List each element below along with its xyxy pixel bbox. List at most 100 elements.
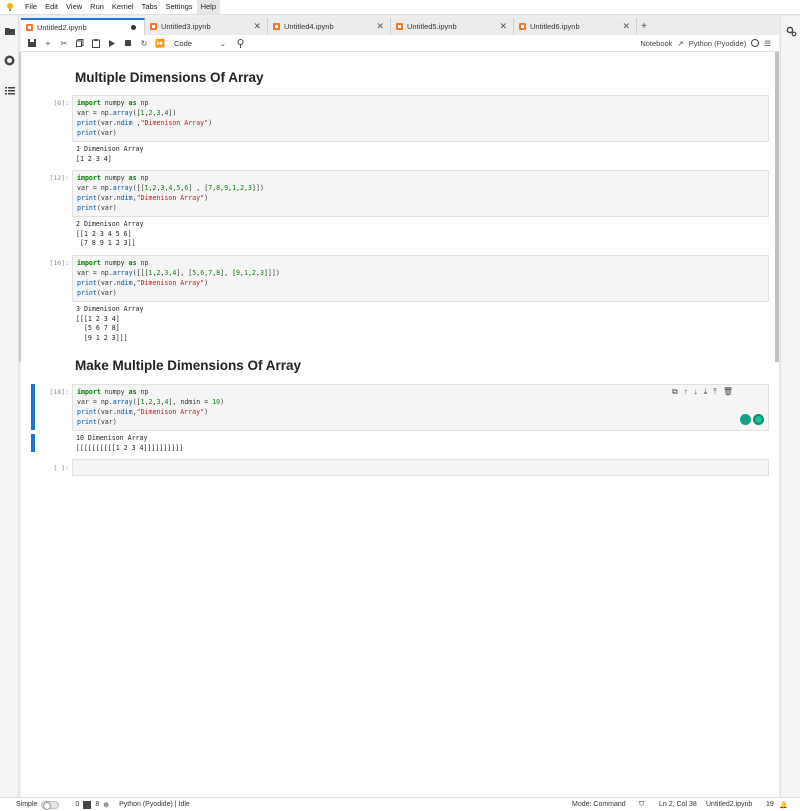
close-icon[interactable]: ✕ (499, 21, 507, 32)
notebook-icon (519, 23, 526, 30)
heading-text: Multiple Dimensions Of Array (75, 70, 264, 85)
tab-untitled4[interactable]: Untitled4.ipynb ✕ (268, 18, 391, 35)
insert-below-icon[interactable]: ⤓ (704, 387, 708, 397)
globe-icon[interactable]: ⊕ (103, 801, 109, 809)
code-cell-input[interactable]: import numpy as np var = np.array([[1,2,… (72, 170, 769, 217)
terminals-count: 0 (75, 801, 80, 808)
cell-output: 10 Dimenison Array [[[[[[[[[[1 2 3 4]]]]… (76, 434, 184, 452)
markdown-heading-1: Multiple Dimensions Of Array (75, 70, 264, 85)
cell-prompt: [18]: (49, 388, 69, 396)
simple-mode-label: Simple (16, 801, 38, 808)
menu-tabs[interactable]: Tabs (138, 0, 162, 14)
cell-output: 3 Dimenison Array [[[1 2 3 4] [5 6 7 8] … (76, 305, 144, 342)
markdown-heading-2: Make Multiple Dimensions Of Array (75, 358, 301, 373)
insert-above-icon[interactable]: ⤒ (713, 387, 717, 397)
extension-badges (740, 414, 764, 425)
add-cell-plus-icon[interactable]: + (40, 35, 56, 51)
tab-untitled2[interactable]: Untitled2.ipynb (21, 18, 145, 35)
notebook-icon (273, 23, 280, 30)
menu-kernel[interactable]: Kernel (108, 0, 138, 14)
notebook-icon (396, 23, 403, 30)
simple-mode-toggle[interactable] (41, 800, 60, 810)
notebook-toolbar: + ✂ ↻ ⏩ Code ⌄ Notebook ↗ Python (Pyodid… (21, 35, 779, 52)
notification-count: 19 (766, 801, 774, 808)
menu-view[interactable]: View (62, 0, 86, 14)
pin-icon[interactable] (232, 35, 248, 51)
move-up-icon[interactable]: ↑ (684, 387, 688, 397)
cell-prompt: [10]: (49, 259, 69, 267)
toolbar-right: Notebook ↗ Python (Pyodide) ☰ (640, 39, 771, 48)
notebook-panel: Multiple Dimensions Of Array [8]: import… (21, 52, 779, 797)
move-down-icon[interactable]: ↓ (694, 387, 698, 397)
menu-edit[interactable]: Edit (41, 0, 62, 14)
duplicate-cell-icon[interactable]: ⧉ (672, 387, 678, 397)
new-tab-plus-icon[interactable]: + (637, 18, 651, 35)
tab-label: Untitled3.ipynb (161, 22, 211, 31)
jupyter-logo-icon (3, 0, 17, 14)
open-external-icon[interactable]: ↗ (677, 39, 683, 48)
menu-bar: File Edit View Run Kernel Tabs Settings … (0, 0, 800, 15)
tab-label: Untitled5.ipynb (407, 22, 457, 31)
menu-file[interactable]: File (21, 0, 41, 14)
mode-indicator: Mode: Command (572, 801, 626, 808)
tab-untitled3[interactable]: Untitled3.ipynb ✕ (145, 18, 268, 35)
menu-help[interactable]: Help (196, 0, 220, 14)
shield-check-icon[interactable]: ⛉ (639, 801, 644, 809)
tab-label: Untitled6.ipynb (530, 22, 580, 31)
delete-cell-icon[interactable]: 🗑 (723, 387, 733, 397)
folder-icon[interactable] (3, 24, 16, 37)
cell-prompt: [12]: (49, 174, 69, 182)
cell-type-select[interactable]: Code ⌄ (174, 39, 226, 48)
paste-icon[interactable] (88, 35, 104, 51)
notebook-icon (150, 23, 157, 30)
empty-code-cell-input[interactable] (72, 459, 769, 476)
right-sidebar (780, 16, 800, 797)
close-icon[interactable]: ✕ (253, 21, 261, 32)
close-icon[interactable]: ✕ (622, 21, 630, 32)
tab-label: Untitled4.ipynb (284, 22, 334, 31)
notebook-icon (26, 24, 33, 31)
lightbulb-icon[interactable] (740, 414, 751, 425)
bell-icon[interactable]: 🔔 (779, 801, 788, 809)
code-cell-input[interactable]: import numpy as np var = np.array([1,2,3… (72, 384, 769, 431)
run-icon[interactable] (104, 35, 120, 51)
cell-type-value: Code (174, 38, 192, 48)
status-bar: Simple 0 8 ⊕ Python (Pyodide) | Idle Mod… (0, 797, 800, 811)
current-file: Untitled2.ipynb (706, 801, 753, 808)
terminal-icon[interactable] (83, 800, 92, 809)
output-collapser[interactable] (31, 434, 35, 452)
tab-label: Untitled2.ipynb (37, 23, 87, 32)
fast-forward-icon[interactable]: ⏩ (152, 35, 168, 51)
cell-prompt: [ ]: (53, 464, 69, 472)
stop-icon[interactable] (120, 35, 136, 51)
cut-icon[interactable]: ✂ (56, 35, 72, 51)
menu-settings[interactable]: Settings (161, 0, 196, 14)
kernels-count: 8 (95, 801, 100, 808)
kernel-name[interactable]: Python (Pyodide) (689, 39, 747, 48)
menu-hamburger-icon[interactable]: ☰ (764, 39, 771, 48)
heading-text: Make Multiple Dimensions Of Array (75, 358, 302, 373)
cell-toolbar: ⧉ ↑ ↓ ⤓ ⤒ 🗑 (672, 387, 733, 397)
chevron-down-icon: ⌄ (219, 38, 226, 48)
kernel-status[interactable]: Python (Pyodide) | Idle (119, 801, 190, 808)
save-icon[interactable] (24, 35, 40, 51)
running-kernels-icon[interactable] (3, 54, 16, 67)
notebook-label[interactable]: Notebook (640, 39, 672, 48)
copy-icon[interactable] (72, 35, 88, 51)
tab-bar: Untitled2.ipynb Untitled3.ipynb ✕ Untitl… (21, 18, 779, 35)
code-cell-input[interactable]: import numpy as np var = np.array([1,2,3… (72, 95, 769, 142)
cell-output: 2 Dimenison Array [[1 2 3 4 5 6] [7 8 9 … (76, 220, 144, 248)
menu-run[interactable]: Run (86, 0, 108, 14)
close-icon[interactable]: ✕ (376, 21, 384, 32)
tab-untitled6[interactable]: Untitled6.ipynb ✕ (514, 18, 637, 35)
code-cell-input[interactable]: import numpy as np var = np.array([[[1,2… (72, 255, 769, 302)
vertical-scrollbar[interactable] (775, 52, 779, 362)
restart-icon[interactable]: ↻ (136, 35, 152, 51)
grammarly-icon[interactable] (753, 414, 764, 425)
left-sidebar (0, 16, 19, 797)
unsaved-indicator-icon[interactable] (131, 25, 136, 30)
tab-untitled5[interactable]: Untitled5.ipynb ✕ (391, 18, 514, 35)
property-inspector-gears-icon[interactable] (786, 26, 797, 39)
table-of-contents-icon[interactable] (3, 84, 16, 97)
cursor-position[interactable]: Ln 2, Col 38 (659, 801, 697, 808)
